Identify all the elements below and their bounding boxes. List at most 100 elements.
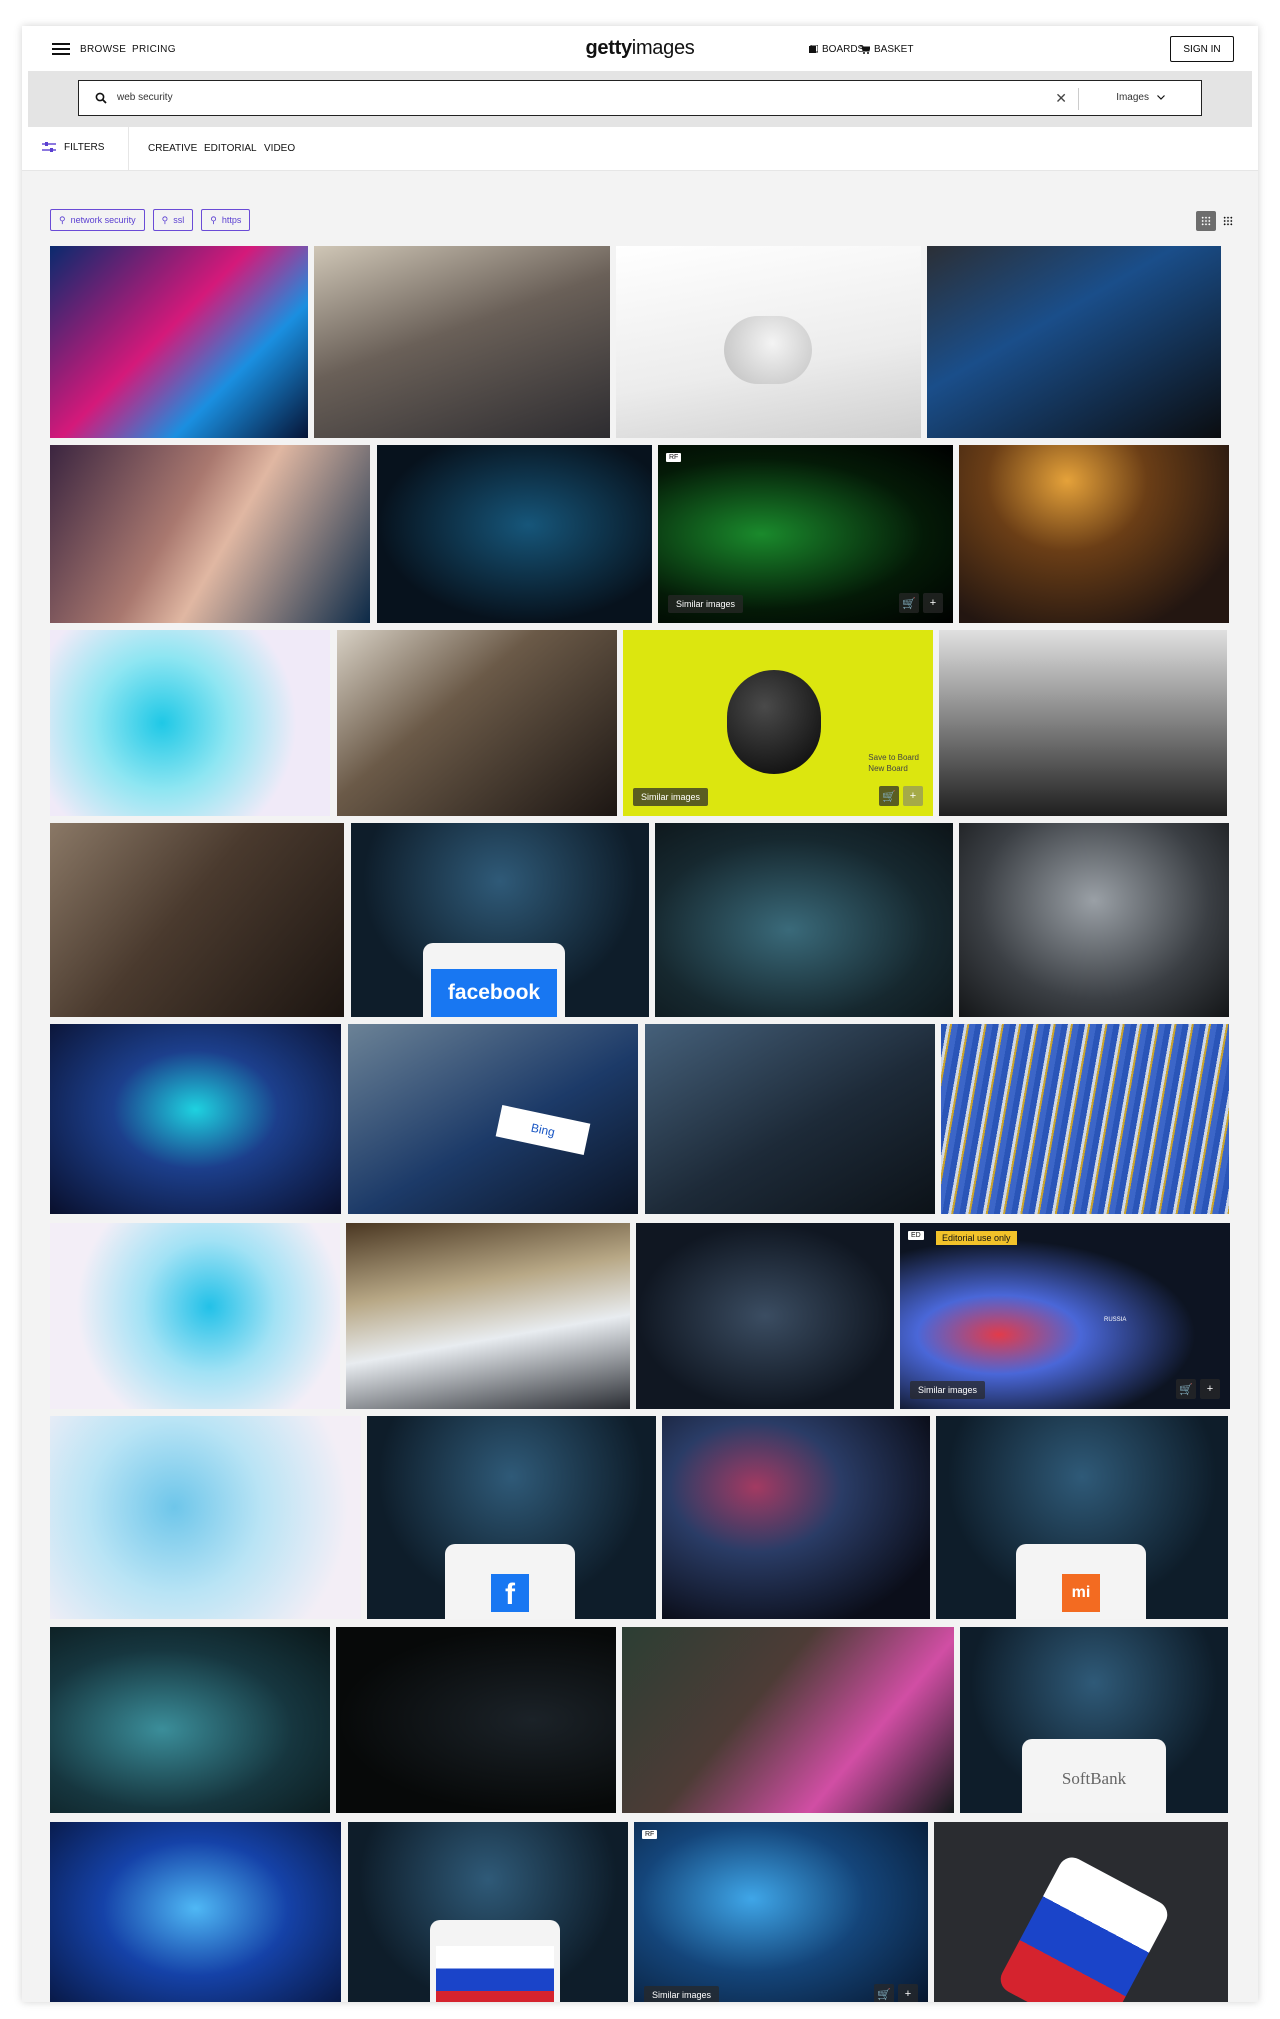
media-type-select[interactable]: Images: [1116, 92, 1165, 103]
image-tile[interactable]: mi: [936, 1416, 1228, 1619]
cart-icon: [860, 45, 870, 54]
russia-flag: [436, 1946, 554, 2002]
image-tile[interactable]: [50, 445, 370, 623]
facebook-logo: facebook: [431, 969, 557, 1017]
tab-video[interactable]: VIDEO: [264, 143, 295, 154]
ed-badge: ED: [908, 1231, 924, 1240]
view-toggle: [1196, 211, 1238, 231]
boards-icon: [809, 45, 818, 53]
image-tile[interactable]: [616, 246, 921, 438]
add-to-basket-button[interactable]: 🛒: [874, 1984, 894, 2002]
boards-link[interactable]: BOARDS: [809, 44, 864, 55]
similar-images-button[interactable]: Similar images: [910, 1381, 986, 1399]
tab-editorial[interactable]: EDITORIAL: [204, 143, 257, 154]
image-tile[interactable]: [662, 1416, 930, 1619]
image-tile[interactable]: [50, 246, 308, 438]
bing-logo: Bing: [495, 1104, 591, 1156]
add-to-basket-button[interactable]: 🛒: [899, 593, 919, 613]
phone-image: f: [445, 1544, 575, 1619]
image-tile[interactable]: [377, 445, 652, 623]
image-tile[interactable]: [314, 246, 610, 438]
results-area: ⚲ network security ⚲ ssl ⚲ https RF Similar…: [22, 171, 1258, 2002]
related-searches: ⚲ network security ⚲ ssl ⚲ https: [50, 209, 251, 231]
image-tile[interactable]: ED Editorial use only RUSSIA Similar ima…: [900, 1223, 1230, 1409]
search-bar[interactable]: web security ✕ Images: [78, 80, 1202, 116]
image-tile[interactable]: [939, 630, 1227, 816]
nav-pricing[interactable]: PRICING: [132, 44, 176, 55]
image-tile[interactable]: facebook: [351, 823, 649, 1017]
filter-divider: [128, 127, 129, 171]
related-chip[interactable]: ⚲ network security: [50, 209, 145, 231]
search-divider: [1078, 88, 1079, 110]
image-tile[interactable]: [959, 445, 1229, 623]
getty-logo[interactable]: gettyimages: [586, 37, 695, 60]
image-tile[interactable]: [336, 1627, 616, 1813]
related-chip[interactable]: ⚲ ssl: [152, 209, 194, 231]
softbank-logo: SoftBank: [1061, 1769, 1127, 1788]
save-to-board-menu[interactable]: Save to Board New Board: [868, 752, 919, 774]
nav-browse[interactable]: BROWSE: [80, 44, 126, 55]
image-tile[interactable]: [50, 630, 330, 816]
image-tile[interactable]: [655, 823, 953, 1017]
menu-icon[interactable]: [52, 43, 70, 56]
image-content: [724, 316, 812, 384]
russia-flag-phone: [995, 1852, 1173, 2002]
site-header: BROWSE PRICING gettyimages BOARDS BASKET…: [22, 26, 1258, 72]
add-to-basket-button[interactable]: 🛒: [879, 786, 899, 806]
search-input[interactable]: web security: [117, 92, 173, 103]
image-tile[interactable]: [934, 1822, 1228, 2002]
image-tile[interactable]: SoftBank: [960, 1627, 1228, 1813]
facebook-f-icon: f: [491, 1574, 529, 1612]
image-tile[interactable]: RF Similar images 🛒 +: [634, 1822, 928, 2002]
similar-images-button[interactable]: Similar images: [633, 788, 709, 806]
add-to-board-button[interactable]: +: [903, 786, 923, 806]
xiaomi-logo: mi: [1062, 1574, 1100, 1612]
grid-icon: [1223, 216, 1233, 226]
phone-image: SoftBank: [1022, 1739, 1166, 1813]
phone-image: mi: [1016, 1544, 1146, 1619]
image-tile[interactable]: f: [367, 1416, 656, 1619]
add-to-board-button[interactable]: +: [1200, 1379, 1220, 1399]
image-tile[interactable]: [645, 1024, 935, 1214]
image-tile[interactable]: [50, 1822, 341, 2002]
image-tile[interactable]: [348, 1822, 628, 2002]
mosaic-view-button[interactable]: [1196, 211, 1216, 231]
search-icon: ⚲: [161, 214, 169, 225]
sign-in-button[interactable]: SIGN IN: [1170, 36, 1234, 62]
editorial-badge: Editorial use only: [936, 1231, 1017, 1245]
image-tile[interactable]: [50, 1024, 341, 1214]
similar-images-button[interactable]: Similar images: [668, 595, 744, 613]
phone-image: [430, 1920, 560, 2002]
image-tile[interactable]: [622, 1627, 954, 1813]
image-tile[interactable]: [636, 1223, 894, 1409]
tab-creative[interactable]: CREATIVE: [148, 143, 197, 154]
image-content: [727, 670, 821, 774]
similar-images-button[interactable]: Similar images: [644, 1986, 720, 2002]
add-to-board-button[interactable]: +: [898, 1984, 918, 2002]
grid-view-button[interactable]: [1218, 211, 1238, 231]
basket-link[interactable]: BASKET: [860, 44, 913, 55]
image-tile[interactable]: [50, 1627, 330, 1813]
image-tile[interactable]: [50, 823, 344, 1017]
search-band: web security ✕ Images: [28, 71, 1252, 127]
image-tile[interactable]: [959, 823, 1229, 1017]
rf-badge: RF: [666, 453, 682, 462]
search-icon: ⚲: [210, 214, 217, 225]
image-tile[interactable]: Bing: [348, 1024, 638, 1214]
image-tile[interactable]: [346, 1223, 630, 1409]
related-chip[interactable]: ⚲ https: [201, 209, 251, 231]
image-tile[interactable]: [337, 630, 617, 816]
image-tile[interactable]: [50, 1223, 340, 1409]
image-tile[interactable]: [941, 1024, 1229, 1214]
image-tile[interactable]: RF Similar images 🛒 +: [658, 445, 953, 623]
image-tile[interactable]: Save to Board New Board Similar images 🛒 …: [623, 630, 933, 816]
close-icon[interactable]: ✕: [1055, 90, 1067, 107]
image-tile[interactable]: [50, 1416, 361, 1619]
image-tile[interactable]: [927, 246, 1221, 438]
map-label: RUSSIA: [1104, 1317, 1127, 1323]
filters-button[interactable]: FILTERS: [42, 142, 104, 153]
add-to-basket-button[interactable]: 🛒: [1176, 1379, 1196, 1399]
sliders-icon: [42, 142, 56, 152]
add-to-board-button[interactable]: +: [923, 593, 943, 613]
search-icon: [95, 92, 107, 104]
